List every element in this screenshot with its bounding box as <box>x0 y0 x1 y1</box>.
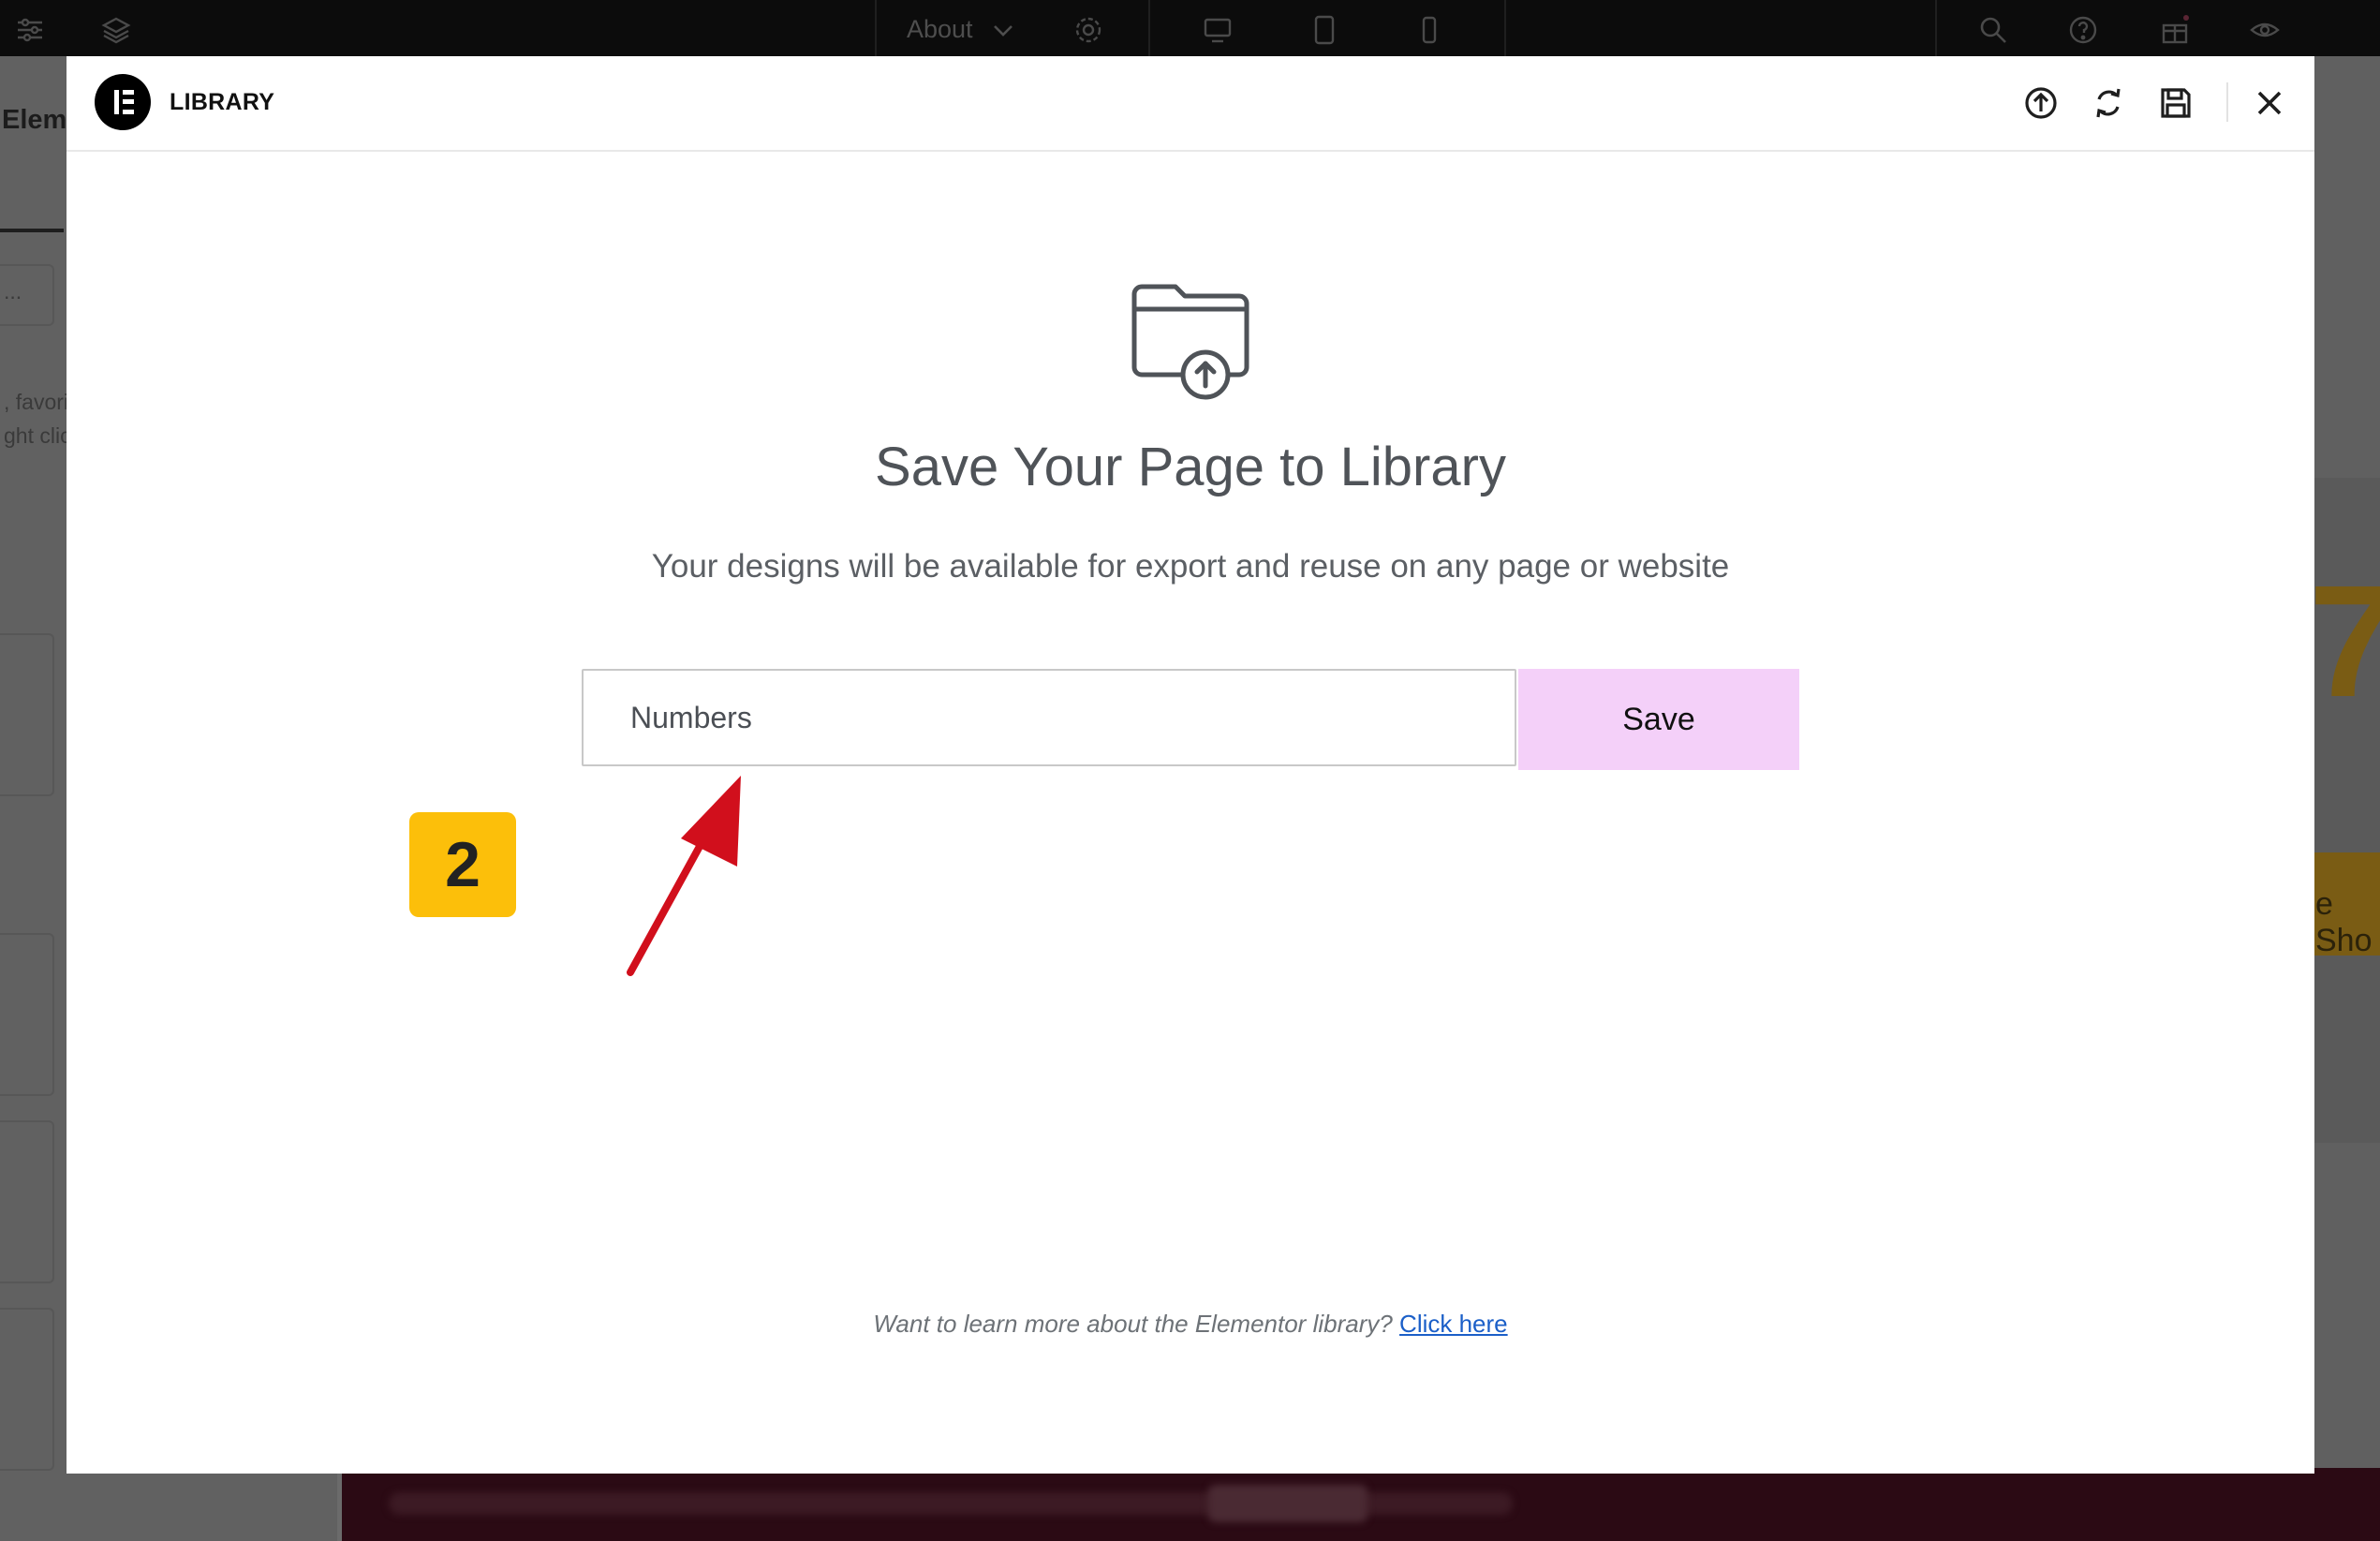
chevron-down-icon <box>993 15 1013 43</box>
layers-icon[interactable] <box>101 15 131 45</box>
active-tab-indicator <box>0 229 64 232</box>
mobile-icon[interactable] <box>1414 15 1444 45</box>
save-dialog-subtitle: Your designs will be available for expor… <box>651 548 1730 585</box>
click-here-link[interactable]: Click here <box>1399 1310 1508 1338</box>
eye-icon[interactable] <box>2250 15 2280 45</box>
folder-upload-icon <box>1125 272 1256 403</box>
editor-topbar: About <box>0 0 2380 56</box>
panel-search-text: ... <box>4 279 22 304</box>
save-button[interactable]: Save <box>1518 669 1799 770</box>
step-number-badge: 2 <box>409 812 516 917</box>
editor-canvas-edge <box>2313 56 2380 1541</box>
widget-card[interactable] <box>0 1120 54 1283</box>
save-icon[interactable] <box>2157 84 2195 122</box>
search-icon[interactable] <box>1978 15 2008 45</box>
close-icon[interactable] <box>2251 84 2288 122</box>
widget-card[interactable] <box>0 933 54 1096</box>
modal-title: LIBRARY <box>170 89 275 115</box>
canvas-button-peek[interactable]: e Sho <box>2313 852 2380 958</box>
upload-icon[interactable] <box>2022 84 2060 122</box>
page-selector[interactable]: About <box>907 15 1013 44</box>
save-dialog-title: Save Your Page to Library <box>875 437 1506 497</box>
canvas-button-text: e Sho <box>2315 886 2373 958</box>
sync-icon[interactable] <box>2090 84 2127 122</box>
header-divider <box>2226 82 2228 122</box>
page-selector-label: About <box>907 15 973 43</box>
panel-hint-line-1: , favori <box>4 390 69 414</box>
help-icon[interactable] <box>2068 15 2098 45</box>
library-modal: LIBRARY Save Your Page to Library Your d… <box>67 56 2314 1474</box>
gear-icon[interactable] <box>1073 15 1103 45</box>
panel-title: Elem <box>2 105 67 135</box>
canvas-heading-peek: 7 <box>2309 553 2380 731</box>
desktop-icon[interactable] <box>1203 15 1233 45</box>
annotation-arrow-icon <box>610 749 750 984</box>
elementor-logo-icon <box>95 74 151 130</box>
help-note-text: Want to learn more about the Elementor l… <box>873 1310 1393 1338</box>
gift-icon[interactable] <box>2160 15 2190 45</box>
blurred-button[interactable] <box>1208 1485 1367 1522</box>
modal-header: LIBRARY <box>67 56 2314 152</box>
widget-card[interactable] <box>0 1308 54 1471</box>
editor-bottom-bar <box>342 1468 2380 1541</box>
library-help-note: Want to learn more about the Elementor l… <box>67 1310 2314 1339</box>
settings-sliders-icon[interactable] <box>15 15 45 45</box>
panel-hint-line-2: ght clic <box>4 423 71 448</box>
tablet-icon[interactable] <box>1309 15 1339 45</box>
widget-card[interactable] <box>0 633 54 796</box>
